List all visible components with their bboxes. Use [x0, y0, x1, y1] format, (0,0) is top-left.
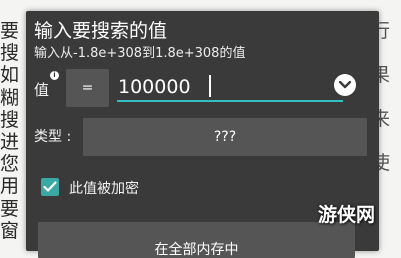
bg-char: 要 — [0, 197, 20, 220]
bg-char: 您 — [0, 153, 20, 176]
check-icon — [43, 181, 57, 192]
bg-char: 如 — [0, 64, 20, 87]
bg-char: 搜 — [0, 42, 20, 65]
history-dropdown-button[interactable] — [334, 74, 356, 96]
search-value-input[interactable] — [117, 74, 343, 102]
bg-char: 要 — [0, 20, 20, 42]
site-watermark-logo: 游侠网 — [318, 204, 376, 226]
bg-char: 用 — [0, 175, 20, 198]
value-label: 值 — [34, 81, 50, 99]
bg-char: 窗 — [0, 219, 20, 242]
chevron-down-icon — [339, 81, 351, 89]
text-caret — [209, 75, 211, 97]
dialog-title: 输入要搜索的值 — [34, 20, 168, 42]
memory-range-button[interactable]: 在全部内存中 — [38, 222, 355, 258]
bg-char: 进 — [0, 130, 20, 153]
background-left-column: 要 搜 如 糊 搜 进 您 用 要 窗 — [0, 20, 20, 242]
encrypted-checkbox[interactable] — [41, 178, 59, 196]
encrypted-checkbox-label[interactable]: 此值被加密 — [69, 178, 139, 198]
operator-button[interactable]: = — [66, 69, 109, 107]
bg-char: 搜 — [0, 108, 20, 131]
info-icon[interactable]: i — [50, 71, 59, 80]
type-select[interactable]: ??? — [83, 118, 367, 156]
type-label: 类型 : — [34, 129, 72, 145]
bg-char: 糊 — [0, 86, 20, 109]
dialog-subtitle: 输入从-1.8e+308到1.8e+308的值 — [34, 46, 246, 61]
